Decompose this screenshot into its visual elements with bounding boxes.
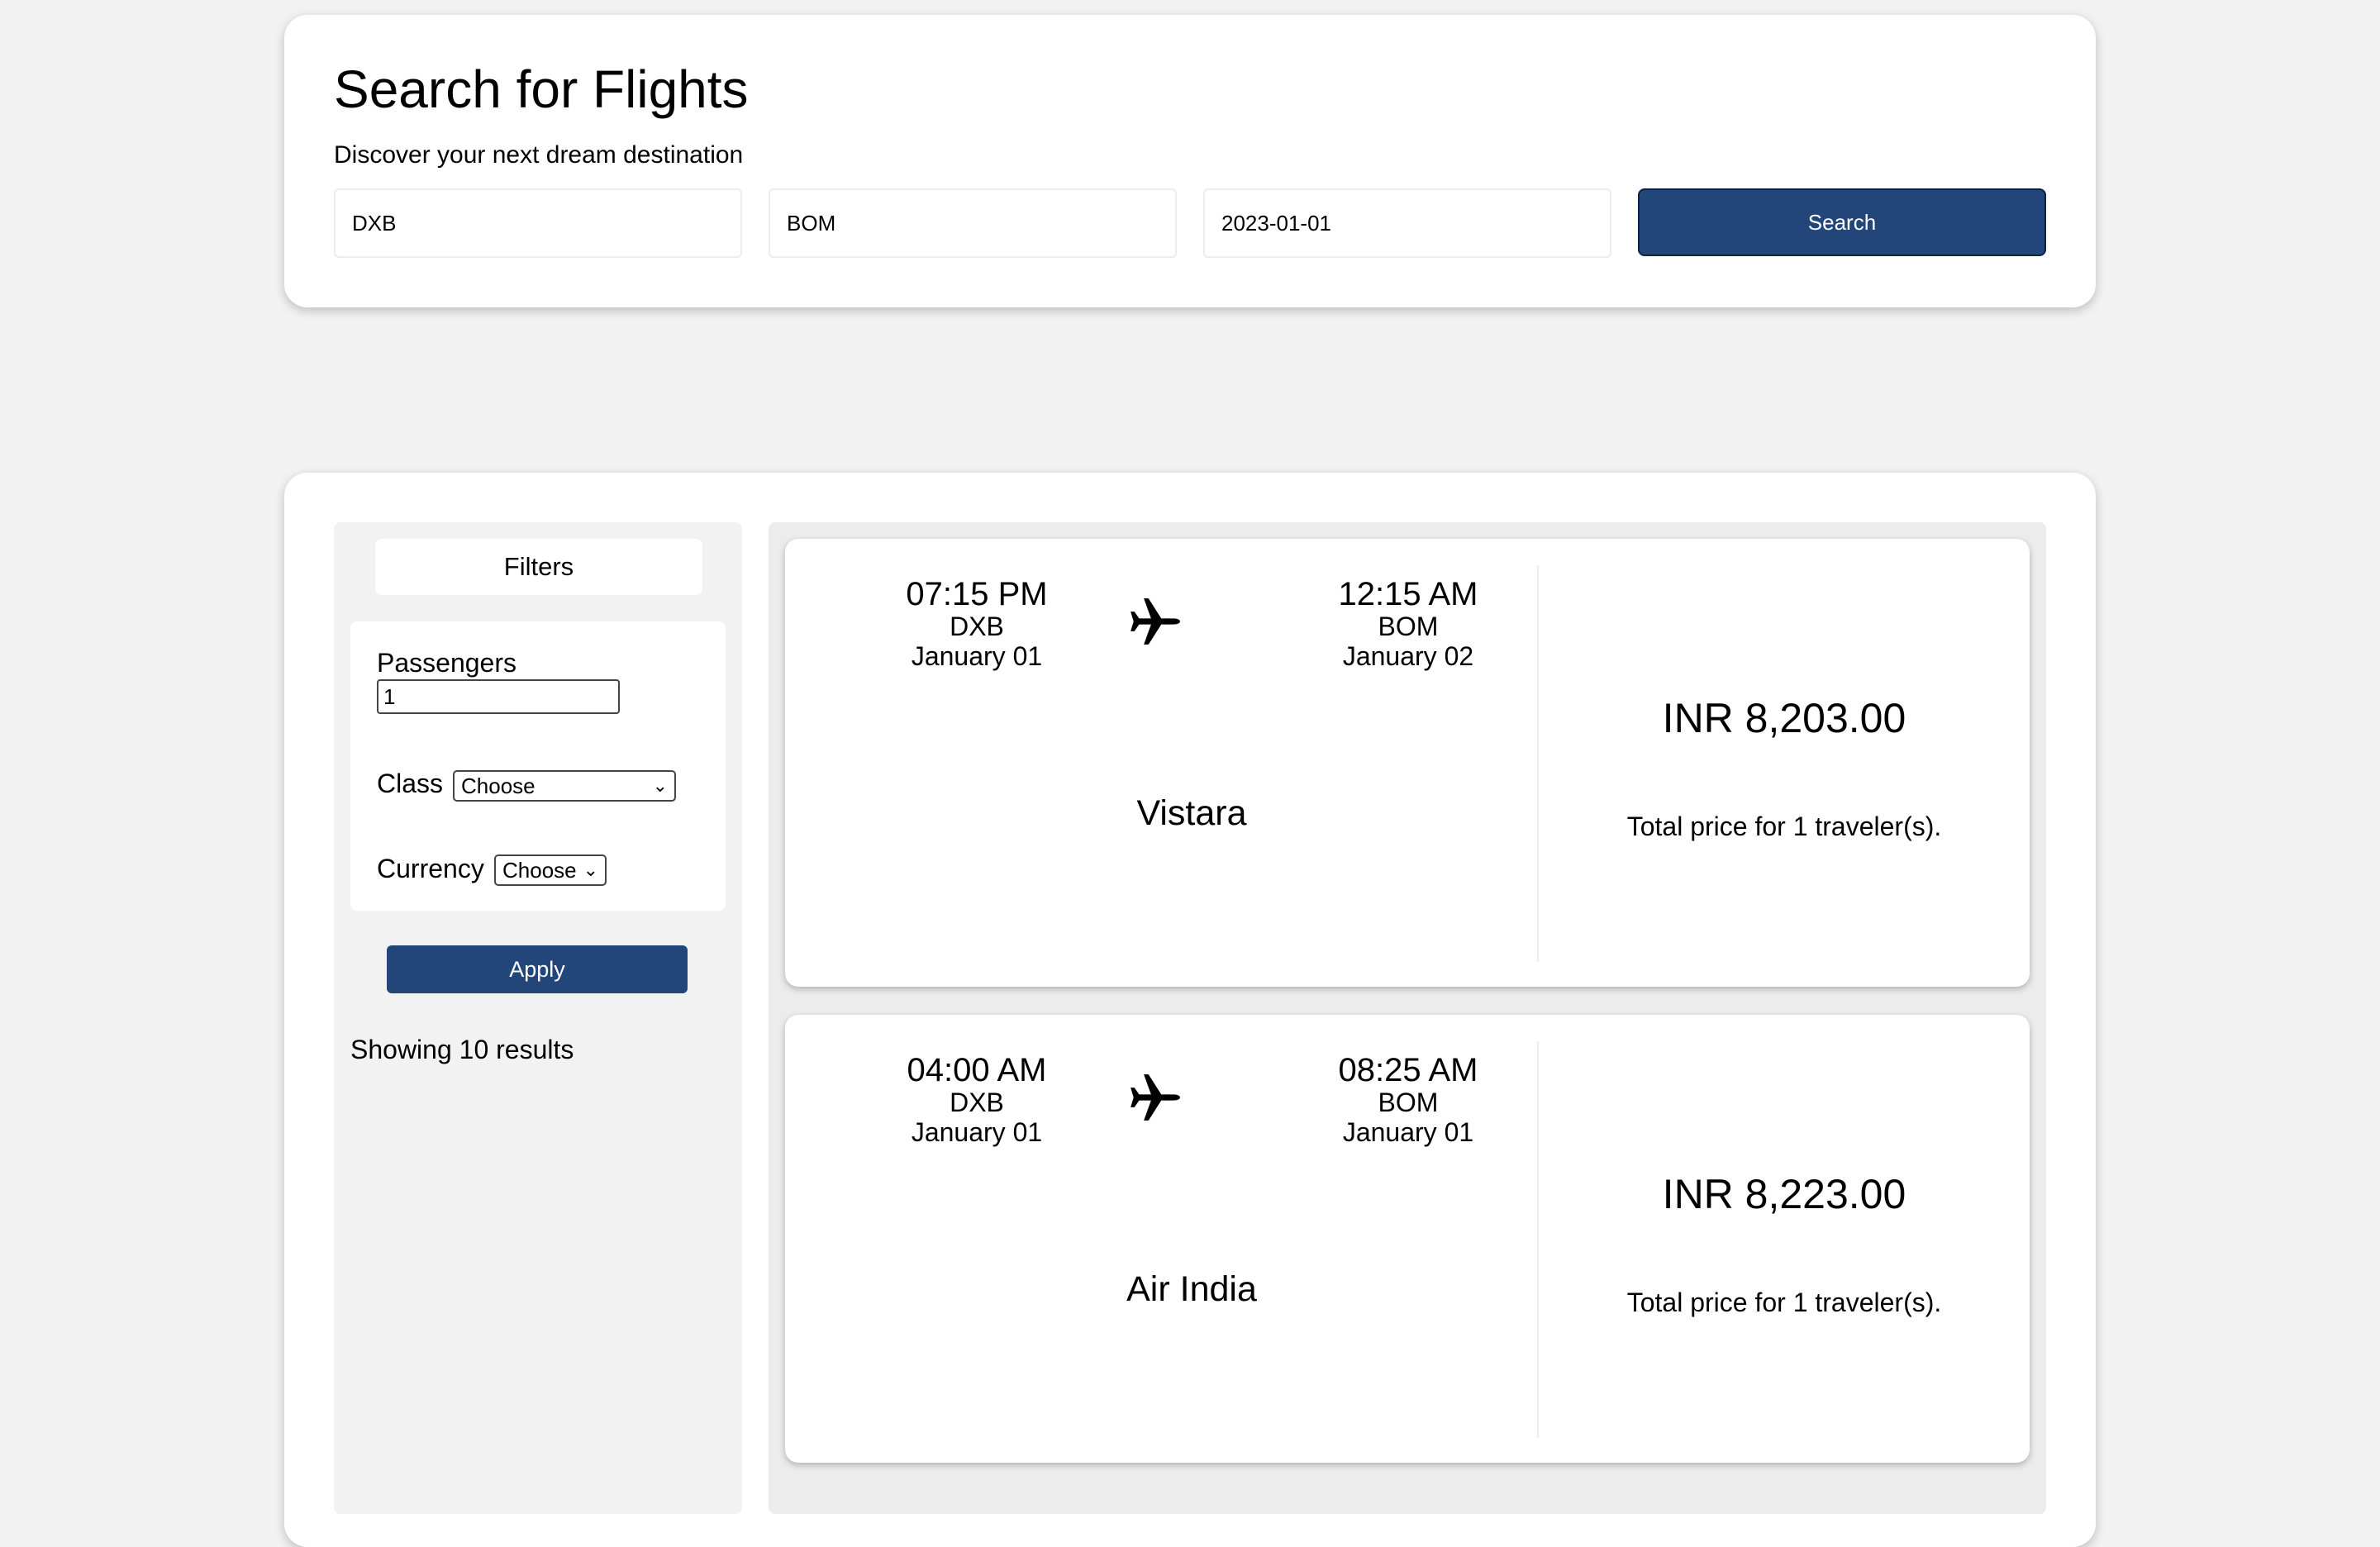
departure-date: January 01 <box>911 1117 1043 1147</box>
flight-price: INR 8,203.00 <box>1662 695 1906 741</box>
class-select-value: Choose <box>461 774 536 798</box>
apply-button[interactable]: Apply <box>387 945 688 993</box>
departure-code: DXB <box>950 612 1004 641</box>
arrival-code: BOM <box>1378 612 1439 641</box>
filters-box: Passengers Class Choose ⌄ Currency Choos… <box>350 621 726 911</box>
departure-info: 04:00 AM DXB January 01 <box>853 1053 1101 1147</box>
departure-time: 04:00 AM <box>907 1052 1047 1088</box>
arrival-info: 08:25 AM BOM January 01 <box>1284 1053 1532 1147</box>
airplane-icon <box>1130 1074 1180 1121</box>
page-title: Search for Flights <box>334 60 749 119</box>
search-card: Search for Flights Discover your next dr… <box>284 15 2096 307</box>
currency-select-value: Choose <box>502 858 577 883</box>
search-button[interactable]: Search <box>1638 188 2046 256</box>
passengers-input[interactable] <box>377 679 620 714</box>
filters-header: Filters <box>375 539 702 595</box>
destination-input[interactable] <box>769 188 1177 258</box>
airline-name: Vistara <box>1136 793 1247 833</box>
arrival-date: January 02 <box>1342 641 1474 671</box>
flight-card[interactable]: 04:00 AM DXB January 01 08:25 AM BOM Jan… <box>785 1015 2030 1463</box>
departure-date: January 01 <box>911 641 1043 671</box>
class-label: Class <box>377 769 444 798</box>
currency-select[interactable]: Choose ⌄ <box>494 854 607 886</box>
class-select[interactable]: Choose ⌄ <box>453 770 676 802</box>
filters-panel: Filters Passengers Class Choose ⌄ Curren… <box>334 522 742 1514</box>
flight-price: INR 8,223.00 <box>1662 1171 1906 1217</box>
arrival-time: 12:15 AM <box>1338 576 1478 612</box>
card-divider <box>1537 1041 1539 1438</box>
departure-code: DXB <box>950 1088 1004 1117</box>
passengers-label: Passengers <box>377 648 516 678</box>
results-card: Filters Passengers Class Choose ⌄ Curren… <box>284 473 2096 1547</box>
arrival-code: BOM <box>1378 1088 1439 1117</box>
results-count: Showing 10 results <box>350 1035 574 1064</box>
flights-list: 07:15 PM DXB January 01 12:15 AM BOM Jan… <box>769 522 2046 1514</box>
date-input[interactable] <box>1203 188 1611 258</box>
origin-input[interactable] <box>334 188 742 258</box>
page-subtitle: Discover your next dream destination <box>334 141 744 169</box>
airplane-icon <box>1130 598 1180 645</box>
departure-info: 07:15 PM DXB January 01 <box>853 577 1101 671</box>
airline-name: Air India <box>1126 1269 1257 1309</box>
departure-time: 07:15 PM <box>906 576 1048 612</box>
flight-card[interactable]: 07:15 PM DXB January 01 12:15 AM BOM Jan… <box>785 539 2030 987</box>
chevron-down-icon: ⌄ <box>583 859 598 880</box>
arrival-time: 08:25 AM <box>1338 1052 1478 1088</box>
price-note: Total price for 1 traveler(s). <box>1626 1288 1942 1317</box>
arrival-info: 12:15 AM BOM January 02 <box>1284 577 1532 671</box>
arrival-date: January 01 <box>1342 1117 1474 1147</box>
price-note: Total price for 1 traveler(s). <box>1626 812 1942 841</box>
card-divider <box>1537 565 1539 962</box>
chevron-down-icon: ⌄ <box>652 775 668 796</box>
currency-label: Currency <box>377 854 484 883</box>
